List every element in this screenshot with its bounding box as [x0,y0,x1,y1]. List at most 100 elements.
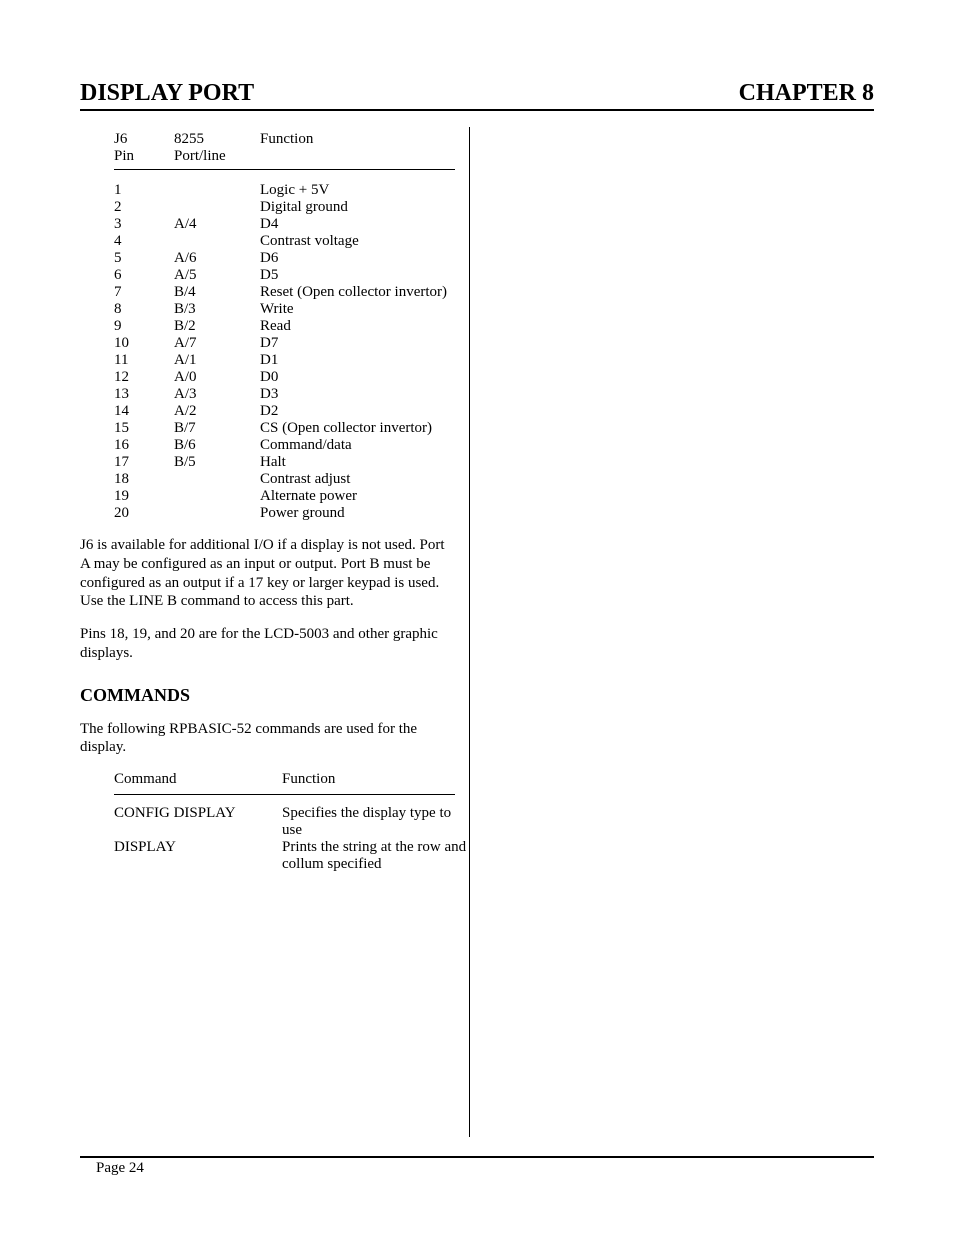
pin-header-c3a: Function [260,131,448,148]
port-cell [174,199,260,216]
table-row: 3A/4D4 [114,216,455,233]
port-cell: B/4 [174,284,260,301]
pin-cell: 19 [114,488,174,505]
table-row: 14A/2D2 [114,403,455,420]
table-row: 9B/2Read [114,318,455,335]
port-cell: B/7 [174,420,260,437]
paragraph-1: J6 is available for additional I/O if a … [80,536,455,611]
function-cell: Digital ground [260,199,455,216]
pin-cell: 11 [114,352,174,369]
port-cell: A/1 [174,352,260,369]
pin-header-c3b [260,148,448,165]
pin-cell: 9 [114,318,174,335]
pin-cell: 8 [114,301,174,318]
function-cell: D2 [260,403,455,420]
function-cell: Contrast voltage [260,233,455,250]
pin-header-c2a: 8255 [174,131,260,148]
function-cell: D5 [260,267,455,284]
port-cell: A/0 [174,369,260,386]
pin-table-body: 1Logic + 5V2Digital ground3A/4D44Contras… [114,182,455,522]
command-cell: DISPLAY [114,839,282,873]
pin-cell: 5 [114,250,174,267]
table-row: DISPLAYPrints the string at the row and … [114,839,480,873]
pin-header-c1a: J6 [114,131,174,148]
port-cell: A/3 [174,386,260,403]
pin-table-rule [114,169,455,170]
port-cell: B/6 [174,437,260,454]
commands-intro: The following RPBASIC-52 commands are us… [80,720,455,758]
table-row: 7B/4Reset (Open collector invertor) [114,284,455,301]
command-func-cell: Prints the string at the row and collum … [282,839,480,873]
subheading-commands: COMMANDS [80,685,455,706]
port-cell: A/2 [174,403,260,420]
pin-header-c1b: Pin [114,148,174,165]
pin-cell: 14 [114,403,174,420]
paragraph-2: Pins 18, 19, and 20 are for the LCD-5003… [80,625,455,663]
pin-cell: 6 [114,267,174,284]
function-cell: D4 [260,216,455,233]
cmd-table-container: Command Function CONFIG DISPLAYSpecifies… [80,771,455,873]
port-cell [174,488,260,505]
cmd-header-c2: Function [282,771,480,788]
pin-cell: 3 [114,216,174,233]
page-title-right: CHAPTER 8 [739,80,874,107]
cmd-table-body: CONFIG DISPLAYSpecifies the display type… [114,805,480,873]
table-row: 13A/3D3 [114,386,455,403]
function-cell: D1 [260,352,455,369]
left-column: J6 8255 Function Pin Port/line 1 Logic + … [80,127,469,1137]
pin-cell: 1 [114,182,174,199]
function-cell: D0 [260,369,455,386]
function-cell: Command/data [260,437,455,454]
pin-cell: 20 [114,505,174,522]
cmd-table-head: Command Function [114,771,480,788]
page-title-left: DISPLAY PORT [80,80,254,107]
function-cell: Reset (Open collector invertor) [260,284,455,301]
pin-cell: 12 [114,369,174,386]
column-divider [469,127,470,1137]
table-row: 10A/7D7 [114,335,455,352]
function-cell: Write [260,301,455,318]
table-row: 1 Logic + 5V [114,182,455,199]
function-cell: Read [260,318,455,335]
table-row: 20Power ground [114,505,455,522]
function-cell: D7 [260,335,455,352]
function-cell: D3 [260,386,455,403]
content-columns: J6 8255 Function Pin Port/line 1 Logic + … [80,127,874,1137]
page: DISPLAY PORT CHAPTER 8 J6 8255 Function … [0,0,954,1235]
table-row: CONFIG DISPLAYSpecifies the display type… [114,805,480,839]
table-row: 11A/1D1 [114,352,455,369]
table-row: 19Alternate power [114,488,455,505]
pin-header-c2b: Port/line [174,148,260,165]
table-row: 4 Contrast voltage [114,233,455,250]
port-cell [174,471,260,488]
port-cell: A/4 [174,216,260,233]
port-cell [174,505,260,522]
command-cell: CONFIG DISPLAY [114,805,282,839]
port-cell: B/5 [174,454,260,471]
port-cell: A/5 [174,267,260,284]
pin-table-container: J6 8255 Function Pin Port/line 1 Logic + … [80,131,455,522]
cmd-header-c1: Command [114,771,282,788]
page-header: DISPLAY PORT CHAPTER 8 [80,80,874,111]
function-cell: D6 [260,250,455,267]
function-cell: CS (Open collector invertor) [260,420,455,437]
table-row: 6A/5D5 [114,267,455,284]
pin-table: J6 8255 Function Pin Port/line [114,131,448,165]
cmd-table-rule [114,794,455,795]
table-row: 16B/6Command/data [114,437,455,454]
pin-cell: 4 [114,233,174,250]
pin-cell: 2 [114,199,174,216]
port-cell: B/2 [174,318,260,335]
pin-cell: 13 [114,386,174,403]
pin-cell: 15 [114,420,174,437]
pin-cell: 17 [114,454,174,471]
function-cell: Logic + 5V [260,182,455,199]
table-row: 17B/5Halt [114,454,455,471]
port-cell: A/7 [174,335,260,352]
function-cell: Contrast adjust [260,471,455,488]
command-func-cell: Specifies the display type to use [282,805,480,839]
pin-cell: 10 [114,335,174,352]
port-cell [174,182,260,199]
pin-cell: 7 [114,284,174,301]
table-row: 8B/3Write [114,301,455,318]
